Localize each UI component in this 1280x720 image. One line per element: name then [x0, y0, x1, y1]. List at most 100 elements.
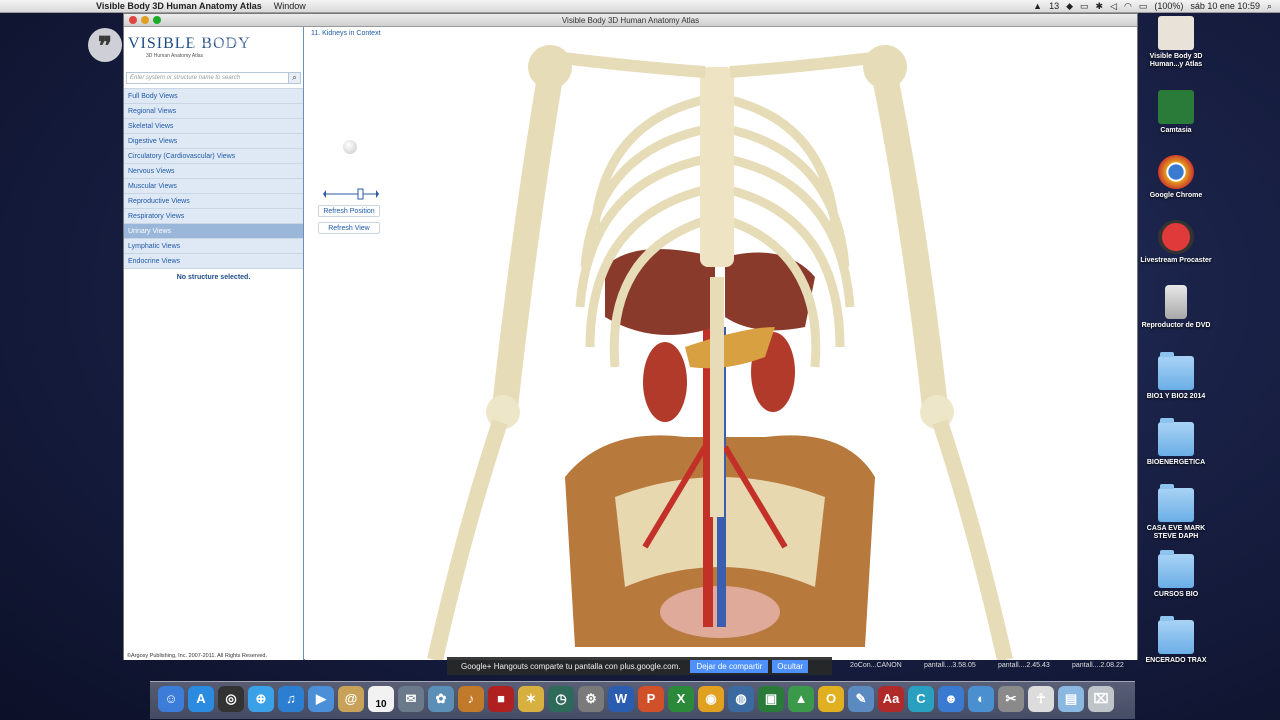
network-icon[interactable]: ◍ [728, 686, 754, 712]
c-app-icon[interactable]: C [908, 686, 934, 712]
refresh-view-button[interactable]: Refresh View [318, 222, 380, 234]
desktop-folder-bio[interactable]: BIO1 Y BIO2 2014 [1138, 352, 1214, 401]
breadcrumb[interactable]: 11. Kidneys in Context [311, 30, 381, 37]
folder-icon [1158, 616, 1194, 654]
garageband-icon[interactable]: ♪ [458, 686, 484, 712]
desktop-icon-livestream[interactable]: Livestream Procaster [1138, 220, 1214, 265]
refresh-position-button[interactable]: Refresh Position [318, 205, 380, 217]
bluetooth-icon[interactable]: ✱ [1096, 0, 1104, 13]
desktop-icon-camtasia[interactable]: Camtasia [1138, 90, 1214, 135]
facetime-icon[interactable]: ▶ [308, 686, 334, 712]
desktop-folder-casa[interactable]: CASA EVE MARK STEVE DAPH [1138, 484, 1214, 541]
spine [710, 277, 724, 517]
menu-window[interactable]: Window [268, 0, 312, 13]
right-forearm [932, 419, 1013, 660]
dropbox-icon[interactable]: ◆ [1066, 0, 1073, 13]
sidebar-item[interactable]: Urinary Views [124, 224, 303, 239]
sidebar-item[interactable]: Full Body Views [124, 89, 303, 104]
adobe-icon[interactable]: ▲ [1033, 0, 1042, 13]
sidebar-item[interactable]: Nervous Views [124, 164, 303, 179]
safari-icon[interactable]: ⊕ [248, 686, 274, 712]
app-store-icon[interactable]: A [188, 686, 214, 712]
dashboard-icon[interactable]: ◎ [218, 686, 244, 712]
desktop-icon-chrome[interactable]: Google Chrome [1138, 155, 1214, 200]
folder-icon [1158, 352, 1194, 390]
battery-percent[interactable]: (100%) [1154, 0, 1183, 13]
sidebar-item[interactable]: Digestive Views [124, 134, 303, 149]
system-preferences-icon[interactable]: ⚙ [578, 686, 604, 712]
desktop-file-label[interactable]: 2oCon...CANON [850, 662, 902, 669]
desktop-file-label[interactable]: pantall....2.45.43 [998, 662, 1050, 669]
photo-booth-icon[interactable]: ■ [488, 686, 514, 712]
utility-icon[interactable]: ✎ [848, 686, 874, 712]
script-icon[interactable]: ✂ [998, 686, 1024, 712]
gplus-watermark: Google+ [190, 28, 289, 58]
globe-icon[interactable]: ◐ [968, 686, 994, 712]
time-machine-icon[interactable]: ◷ [548, 686, 574, 712]
folder-icon [1158, 550, 1194, 588]
itunes-icon[interactable]: ♫ [278, 686, 304, 712]
sound-icon[interactable]: ◁ [1110, 0, 1117, 13]
finder-icon[interactable]: ☺ [158, 686, 184, 712]
desktop-folder-cursos[interactable]: CURSOS BIO [1138, 550, 1214, 599]
applications-folder-icon[interactable]: ▤ [1058, 686, 1084, 712]
menu-bar: Visible Body 3D Human Anatomy Atlas Wind… [0, 0, 1280, 13]
zoom-window-button[interactable] [153, 16, 161, 24]
close-window-button[interactable] [129, 16, 137, 24]
battery-icon[interactable]: ▭ [1139, 0, 1148, 13]
iphoto-icon[interactable]: ✿ [428, 686, 454, 712]
sidebar-item[interactable]: Circulatory (Cardiovascular) Views [124, 149, 303, 164]
search-icon[interactable]: ⌕ [288, 73, 300, 83]
camtasia-icon[interactable]: ▣ [758, 686, 784, 712]
clock[interactable]: sáb 10 ene 10:59 [1190, 0, 1260, 13]
left-humerus [492, 74, 563, 409]
rotate-control-icon[interactable] [343, 140, 357, 154]
trash-icon[interactable]: ⌧ [1088, 686, 1114, 712]
anatomy-model-3d[interactable] [305, 27, 1137, 660]
spotlight-icon[interactable]: ⌕ [1267, 0, 1272, 13]
sidebar-item[interactable]: Lymphatic Views [124, 239, 303, 254]
minimize-window-button[interactable] [141, 16, 149, 24]
right-humerus [872, 74, 948, 409]
folder-icon [1158, 484, 1194, 522]
sidebar-item[interactable]: Skeletal Views [124, 119, 303, 134]
hangouts-quote-icon: ❞ [88, 28, 122, 62]
sidebar-item[interactable]: Reproductive Views [124, 194, 303, 209]
visible-body-dock-icon[interactable]: ☥ [1028, 686, 1054, 712]
desktop-file-label[interactable]: pantall....2.08.22 [1072, 662, 1124, 669]
desktop-icon-dvd-player[interactable]: Reproductor de DVD [1138, 285, 1214, 330]
calendar-icon[interactable]: 10 [368, 686, 394, 712]
chrome-icon[interactable]: ◉ [698, 686, 724, 712]
desktop-file-label[interactable]: pantall....3.58.05 [924, 662, 976, 669]
excel-icon[interactable]: X [668, 686, 694, 712]
wifi-icon[interactable]: ◠ [1124, 0, 1132, 13]
word-icon[interactable]: W [608, 686, 634, 712]
title-bar: Visible Body 3D Human Anatomy Atlas [124, 14, 1137, 27]
desktop-folder-encerado[interactable]: ENCERADO TRAX [1138, 616, 1214, 665]
sidebar-item[interactable]: Muscular Views [124, 179, 303, 194]
contacts-icon[interactable]: @ [338, 686, 364, 712]
preview-icon[interactable]: ✉ [398, 686, 424, 712]
messenger-icon[interactable]: ☻ [938, 686, 964, 712]
chrome-icon [1158, 155, 1194, 189]
sidebar-item[interactable]: Regional Views [124, 104, 303, 119]
views-list: Full Body Views Regional Views Skeletal Vi… [124, 88, 303, 269]
screen-icon[interactable]: ▭ [1080, 0, 1089, 13]
zoom-slider[interactable] [323, 187, 379, 201]
google-drive-icon[interactable]: ▲ [788, 686, 814, 712]
desktop-icon-visible-body[interactable]: Visible Body 3D Human...y Atlas [1138, 16, 1214, 69]
hide-button[interactable]: Ocultar [772, 659, 809, 673]
anatomy-viewer[interactable]: 11. Kidneys in Context Refresh Position … [305, 27, 1137, 660]
notification-count[interactable]: 13 [1049, 0, 1059, 13]
dictionary-icon[interactable]: Aa [878, 686, 904, 712]
stop-sharing-button[interactable]: Dejar de compartir [690, 659, 769, 673]
sidebar-item[interactable]: Endocrine Views [124, 254, 303, 269]
menu-app-name[interactable]: Visible Body 3D Human Anatomy Atlas [90, 0, 268, 13]
desktop-folder-bioenergetica[interactable]: BIOENERGETICA [1138, 418, 1214, 467]
left-forearm [427, 419, 508, 660]
search-input[interactable]: Enter system or structure name to search [127, 73, 288, 83]
powerpoint-icon[interactable]: P [638, 686, 664, 712]
ooo-icon[interactable]: O [818, 686, 844, 712]
sidebar-item[interactable]: Respiratory Views [124, 209, 303, 224]
sketch-icon[interactable]: ✶ [518, 686, 544, 712]
